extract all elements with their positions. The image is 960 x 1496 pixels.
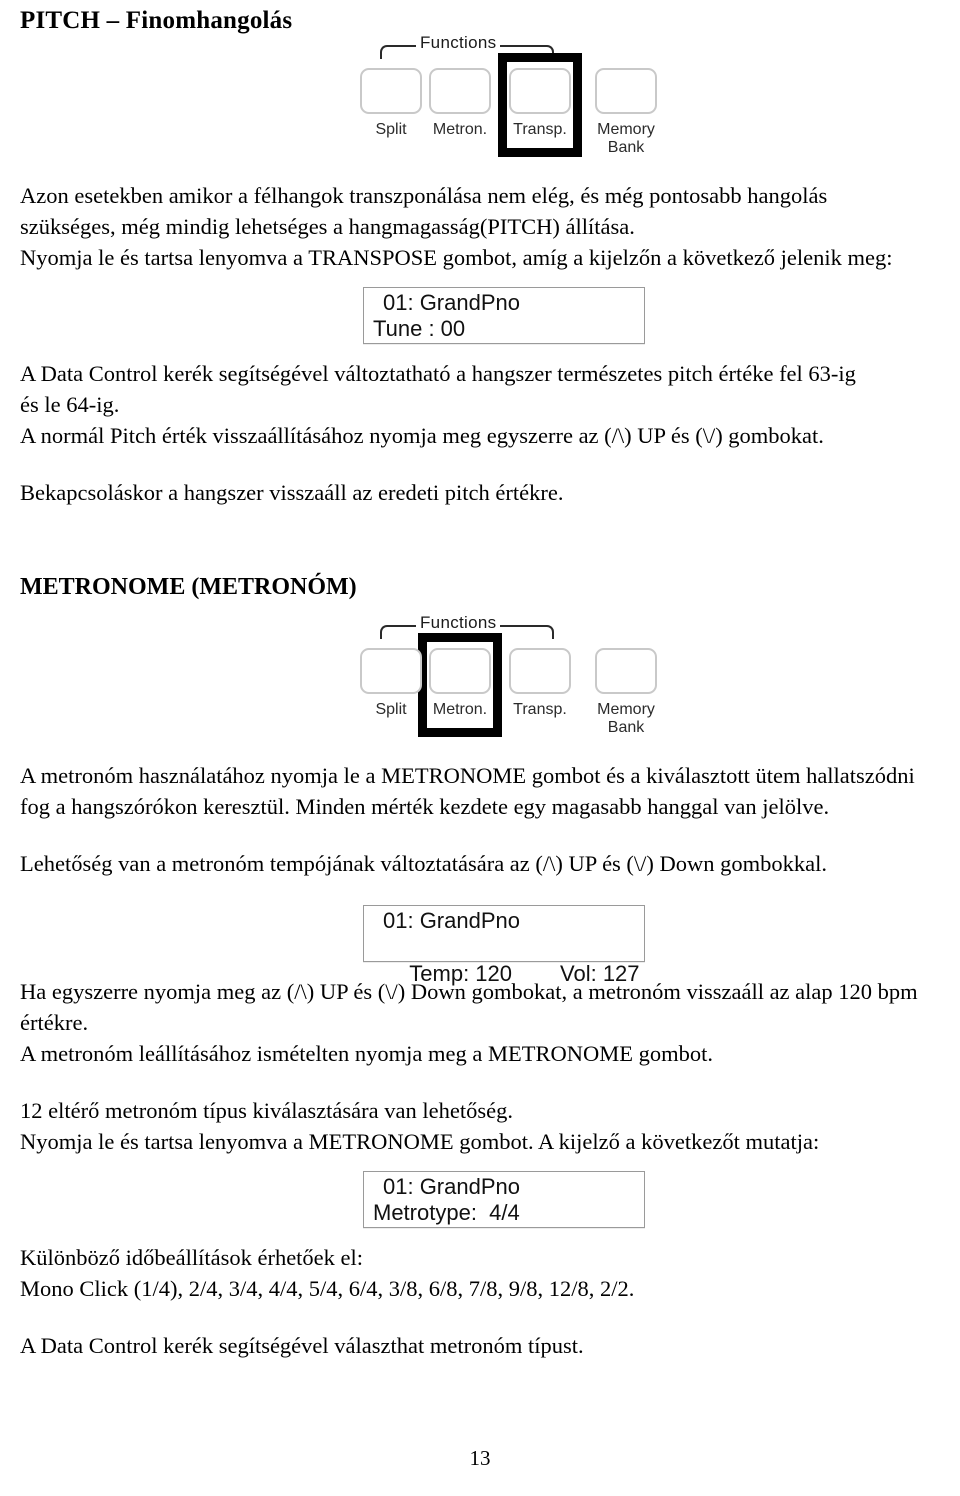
key-metron[interactable]	[429, 68, 491, 114]
key-memory-bank[interactable]	[595, 648, 657, 694]
key-label-metron: Metron.	[432, 701, 488, 718]
paragraph-metro-types-count: 12 eltérő metronóm típus kiválasztására …	[20, 1098, 513, 1123]
keyboard-panel-pitch: Functions Split Metron. Transp. Memory B…	[342, 34, 682, 166]
paragraph-pitch-reset: A normál Pitch érték visszaállításához n…	[20, 423, 824, 448]
paragraph-pitch-range-line2: és le 64-ig.	[20, 392, 120, 417]
key-memory-bank[interactable]	[595, 68, 657, 114]
paragraph-pitch-range-line1: A Data Control kerék segítségével változ…	[20, 361, 856, 386]
key-label-memory: Memory	[597, 121, 655, 138]
lcd-metrotype-line2: Metrotype: 4/4	[373, 1200, 520, 1225]
key-label-metron: Metron.	[432, 121, 488, 138]
lcd-metrotype-line1: 01: GrandPno	[383, 1174, 520, 1199]
paragraph-pitch-intro-line1: Azon esetekben amikor a félhangok transz…	[20, 183, 828, 208]
page-title: PITCH – Finomhangolás	[20, 7, 293, 34]
functions-group-label: Functions	[416, 614, 501, 631]
lcd-volume-value: Vol: 127	[560, 961, 640, 986]
lcd-display-tune: 01: GrandPno Tune : 00	[363, 287, 645, 344]
lcd-tune-line1: 01: GrandPno	[383, 290, 520, 315]
key-transp[interactable]	[509, 68, 571, 114]
paragraph-pitch-intro-line2: szükséges, még mindig lehetséges a hangm…	[20, 214, 635, 239]
lcd-display-tempo: 01: GrandPno Temp: 120 Vol: 127	[363, 905, 645, 986]
key-metron[interactable]	[429, 648, 491, 694]
paragraph-metro-datacontrol: A Data Control kerék segítségével válasz…	[20, 1333, 584, 1358]
functions-group-label: Functions	[416, 34, 501, 51]
key-label-transp: Transp.	[513, 701, 567, 718]
paragraph-pitch-intro-line3: Nyomja le és tartsa lenyomva a TRANSPOSE…	[20, 245, 893, 270]
key-label-bank: Bank	[607, 139, 645, 156]
lcd-tempo-line2: Temp: 120 Vol: 127	[373, 933, 640, 1014]
key-label-memory: Memory	[597, 701, 655, 718]
paragraph-metro-tempo: Lehetőség van a metronóm tempójának vált…	[20, 851, 828, 876]
paragraph-pitch-poweron: Bekapcsoláskor a hangszer visszaáll az e…	[20, 480, 564, 505]
paragraph-metro-usage-line2: fog a hangszórókon keresztül. Minden mér…	[20, 794, 830, 819]
paragraph-metro-timesig-list: Mono Click (1/4), 2/4, 3/4, 4/4, 5/4, 6/…	[20, 1276, 635, 1301]
key-transp[interactable]	[509, 648, 571, 694]
document-page: PITCH – Finomhangolás Functions Split Me…	[0, 0, 960, 1496]
keyboard-panel-metronome: Functions Split Metron. Transp. Memory B…	[342, 614, 682, 746]
section-heading-metronome: METRONOME (METRONÓM)	[20, 574, 357, 600]
key-split[interactable]	[360, 68, 422, 114]
page-number: 13	[469, 1446, 491, 1470]
lcd-display-metrotype: 01: GrandPno Metrotype: 4/4	[363, 1171, 645, 1228]
paragraph-metro-timesig-intro: Különböző időbeállítások érhetőek el:	[20, 1245, 364, 1270]
paragraph-metro-usage-line1: A metronóm használatához nyomja le a MET…	[20, 763, 915, 788]
paragraph-metro-hold: Nyomja le és tartsa lenyomva a METRONOME…	[20, 1129, 820, 1154]
key-split[interactable]	[360, 648, 422, 694]
lcd-tempo-line1: 01: GrandPno	[383, 908, 520, 933]
key-label-bank: Bank	[607, 719, 645, 736]
paragraph-metro-stop: A metronóm leállításához ismételten nyom…	[20, 1041, 713, 1066]
lcd-tempo-value: Temp: 120	[409, 961, 513, 986]
key-label-transp: Transp.	[513, 121, 567, 138]
lcd-tune-line2: Tune : 00	[373, 316, 466, 341]
